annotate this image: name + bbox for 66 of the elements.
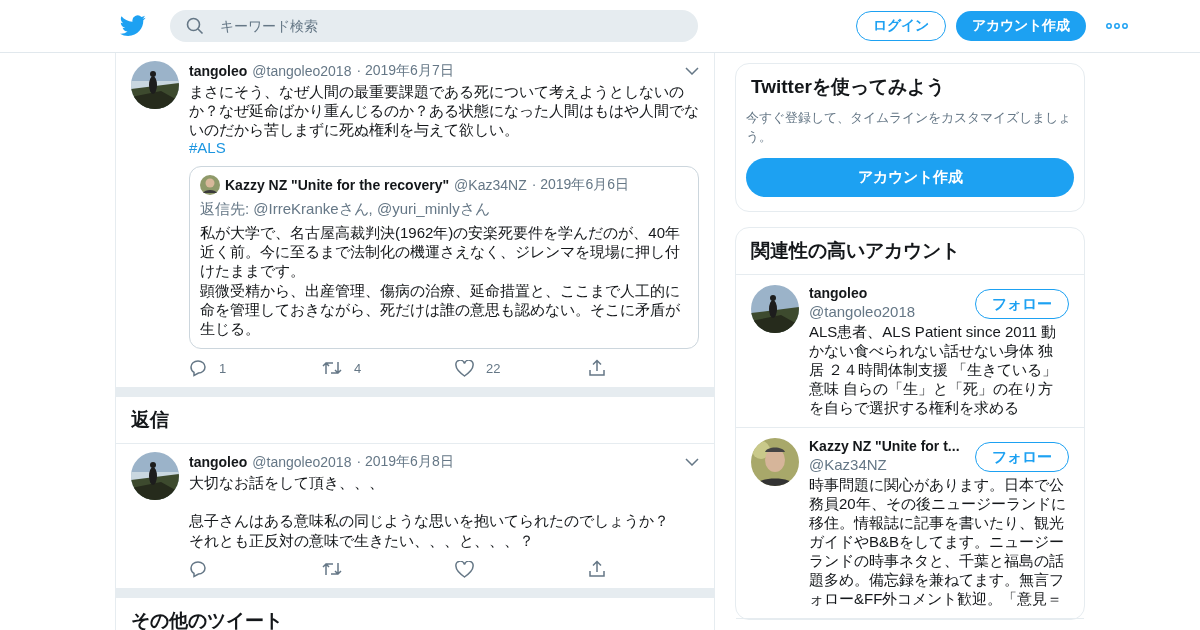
signup-button[interactable]: アカウント作成: [746, 158, 1074, 197]
account-handle[interactable]: @tangoleo2018: [809, 303, 969, 320]
bird-logo-icon[interactable]: [120, 15, 146, 37]
chevron-down-icon[interactable]: [685, 458, 699, 466]
account-bio: を自らで選択する権利を求める: [809, 398, 1019, 417]
share-icon[interactable]: [588, 560, 606, 578]
account-bio: ォロー&FF外コメント歓迎。「意見＝: [809, 589, 1063, 608]
author-name[interactable]: tangoleo: [189, 63, 248, 79]
tweet-date[interactable]: · 2019年6月7日: [356, 62, 454, 80]
action-count: 4: [354, 360, 362, 376]
search-field[interactable]: キーワード検索: [170, 10, 698, 42]
reply-icon[interactable]: [189, 560, 207, 578]
retweet-icon[interactable]: [322, 360, 342, 376]
account-bio: ランドの時事ネタと、千葉と福島の話: [809, 551, 1064, 570]
account-bio: 時事問題に関心があります。日本で公: [809, 475, 1064, 494]
signup-button[interactable]: アカウント作成: [956, 11, 1086, 41]
follow-button[interactable]: フォロー: [975, 442, 1069, 472]
section-heading: 返信: [116, 397, 714, 444]
card-subtitle: 今すぐ登録して、タイムラインをカスタマイズしましょう。: [746, 109, 1072, 146]
author-handle: @Kaz34NZ: [454, 177, 527, 193]
account-name[interactable]: tangoleo: [809, 285, 969, 301]
account-bio: 移住。情報誌に記事を書いたり、観光: [809, 513, 1064, 532]
search-icon: [186, 17, 204, 35]
retweet-icon[interactable]: [322, 561, 342, 577]
account-bio: 務員20年、その後ニュージーランドに: [809, 494, 1066, 513]
avatar: [131, 452, 179, 500]
avatar: [200, 175, 220, 195]
account-bio: 居 ２４時間体制支援 「生きている」: [809, 360, 1058, 379]
tweet-text: 息子さんはある意味私の同じような思いを抱いてられたのでしょうか？: [189, 511, 670, 530]
account-bio: 意味 自らの「生」と「死」の在り方: [809, 379, 1054, 398]
tweet-date: · 2019年6月6日: [531, 176, 629, 194]
avatar[interactable]: [751, 438, 799, 486]
account-bio: ガイドやB&Bをしてます。ニュージー: [809, 532, 1064, 551]
account-bio: かない食べられない話せない身体 独: [809, 341, 1054, 360]
quoted-tweet[interactable]: [189, 166, 699, 349]
author-handle[interactable]: @tangoleo2018: [252, 454, 352, 470]
heart-icon[interactable]: [455, 560, 474, 578]
avatar[interactable]: [751, 285, 799, 333]
tweet-text: 大切なお話をして頂き、、、: [189, 473, 385, 492]
account-bio: ALS患者、ALS Patient since 2011 動: [809, 322, 1057, 341]
chevron-down-icon[interactable]: [685, 67, 699, 75]
quote-text: 顕微受精から、出産管理、傷病の治療、延命措置と、ここまで人工的に命を管理しておきながら、死だけは誰の意思も認めない。そこに矛盾が生じる。: [200, 281, 681, 338]
reply-to-text: 返信先: @IrreKrankeさん, @yuri_minlyさん: [200, 200, 491, 219]
quote-text: 私が大学で、名古屋高裁判決(1962年)の安楽死要件を学んだのが、40年近く前。今に至るまで法制化の機運さえなく、ジレンマを現場に押し付けたままです。: [200, 223, 682, 280]
tweet-text: まさにそう、なぜ人間の最重要課題である死について考えようとしないのか？なぜ延命ばかり重んじるのか？ある状態になった人間はもはや人間でないのだから苦しまずに死ぬ権利を与えて欲しい。: [189, 82, 699, 139]
tweet-text: それとも正反対の意味で生きたい、、、と、、、？: [189, 531, 535, 550]
account-bio: 題多め。備忘録を兼ねてます。無言フ: [809, 570, 1064, 589]
section-heading: その他のツイート: [116, 598, 714, 630]
reply-icon[interactable]: [189, 359, 207, 377]
card-title: Twitterを使ってみよう: [750, 75, 946, 99]
author-handle[interactable]: @tangoleo2018: [252, 63, 352, 79]
login-button[interactable]: ログイン: [856, 11, 946, 41]
account-name[interactable]: Kazzy NZ "Unite for t...: [809, 438, 969, 454]
card-title: 関連性の高いアカウント: [736, 228, 1084, 275]
action-count: 1: [219, 360, 227, 376]
tweet-date[interactable]: · 2019年6月8日: [356, 453, 454, 471]
avatar: [131, 61, 179, 109]
follow-button[interactable]: フォロー: [975, 289, 1069, 319]
share-icon[interactable]: [588, 359, 606, 377]
author-name: Kazzy NZ "Unite for the recovery": [225, 177, 450, 193]
more-icon[interactable]: [1106, 23, 1128, 29]
heart-icon[interactable]: [455, 359, 474, 377]
hashtag-link[interactable]: #ALS: [189, 139, 699, 156]
action-count: 22: [486, 360, 501, 376]
author-name[interactable]: tangoleo: [189, 454, 248, 470]
account-handle[interactable]: @Kaz34NZ: [809, 456, 969, 473]
